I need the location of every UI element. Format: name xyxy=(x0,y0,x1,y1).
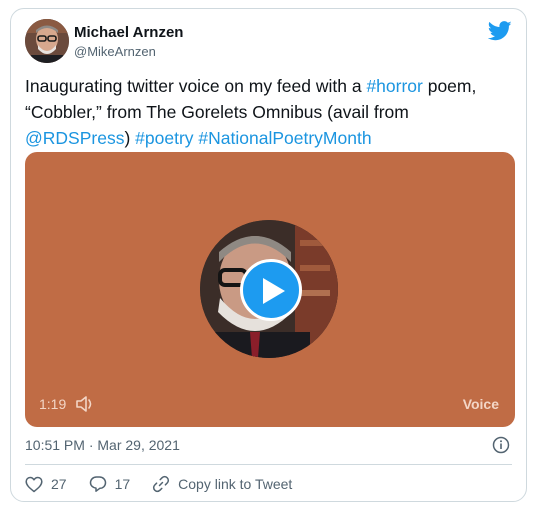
avatar[interactable] xyxy=(25,19,69,63)
play-button[interactable] xyxy=(240,259,302,321)
divider xyxy=(25,464,512,465)
like-button[interactable]: 27 xyxy=(25,476,67,493)
copy-link-label: Copy link to Tweet xyxy=(178,476,293,492)
like-count: 27 xyxy=(51,476,67,492)
hashtag-link-poetry[interactable]: #poetry xyxy=(135,128,193,148)
link-icon xyxy=(153,475,170,493)
voice-media-player[interactable]: 1:19 Voice xyxy=(25,152,515,427)
voice-duration: 1:19 xyxy=(39,396,67,412)
info-icon[interactable] xyxy=(492,436,510,459)
mention-link-rdspress[interactable]: @RDSPress xyxy=(25,128,124,148)
copy-link-button[interactable]: Copy link to Tweet xyxy=(152,475,292,493)
tweet-text-part: Inaugurating twitter voice on my feed wi… xyxy=(25,76,367,96)
hashtag-link-nationalpoetrymonth[interactable]: #NationalPoetryMonth xyxy=(198,128,371,148)
author-name[interactable]: Michael Arnzen xyxy=(74,24,183,41)
reply-count: 17 xyxy=(114,476,131,492)
tweet-text-part: ) xyxy=(124,128,136,148)
tweet-card[interactable]: Michael Arnzen @MikeArnzen Inaugurating … xyxy=(10,8,527,502)
reply-icon xyxy=(89,476,106,492)
voice-label: Voice xyxy=(462,396,499,412)
tweet-timestamp[interactable]: 10:51 PM · Mar 29, 2021 xyxy=(25,437,180,453)
tweet-text: Inaugurating twitter voice on my feed wi… xyxy=(25,73,515,151)
speaker-icon[interactable] xyxy=(75,395,95,418)
twitter-bird-icon[interactable] xyxy=(487,21,512,41)
hashtag-link-horror[interactable]: #horror xyxy=(366,76,422,96)
tweet-actions: 27 17 Copy link to Tweet xyxy=(25,473,314,495)
author-handle[interactable]: @MikeArnzen xyxy=(74,44,156,59)
reply-button[interactable]: 17 xyxy=(89,475,131,493)
play-icon xyxy=(263,278,285,304)
heart-icon xyxy=(25,476,43,492)
